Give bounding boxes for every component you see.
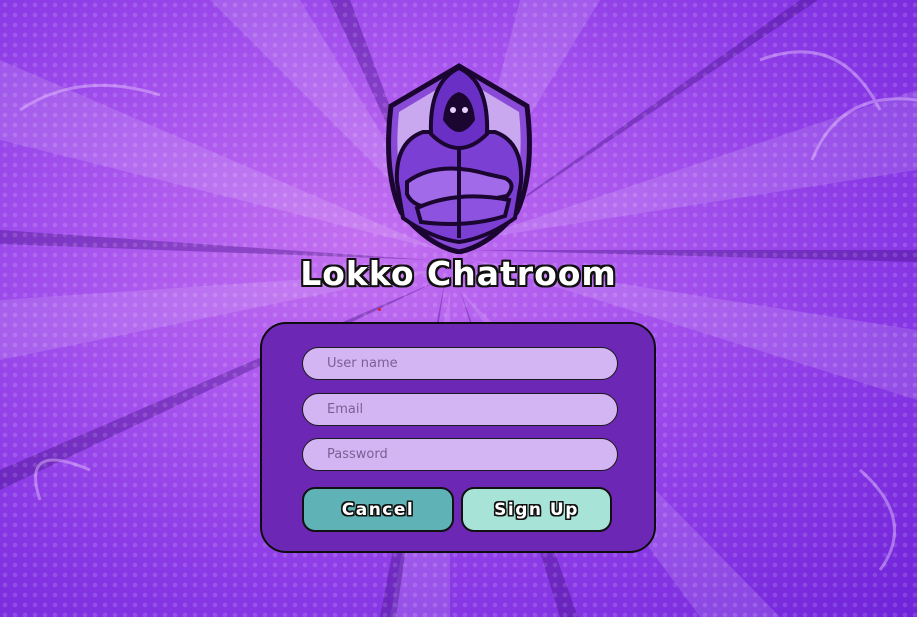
app-title: Lokko Chatroom — [300, 254, 617, 293]
signup-panel: Cancel Sign Up — [260, 322, 656, 553]
username-input[interactable] — [302, 347, 618, 380]
password-input[interactable] — [302, 438, 618, 471]
sign-up-button[interactable]: Sign Up — [461, 487, 612, 532]
email-input[interactable] — [302, 393, 618, 426]
cancel-button[interactable]: Cancel — [302, 487, 454, 532]
red-dot-marker — [378, 308, 381, 311]
page-background: Lokko Chatroom Cancel Sign Up — [0, 0, 917, 617]
hooded-figure-shield-logo — [386, 63, 532, 254]
